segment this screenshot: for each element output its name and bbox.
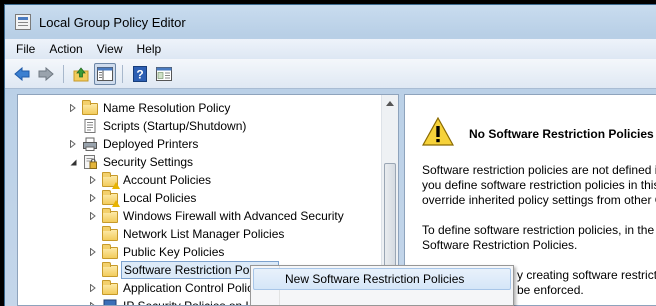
menu-action[interactable]: Action xyxy=(42,39,89,59)
tree-item-name-resolution-policy[interactable]: Name Resolution Policy xyxy=(68,99,232,117)
back-button[interactable] xyxy=(11,63,33,85)
properties-button[interactable] xyxy=(153,63,175,85)
context-menu-item-new-software-restriction-policies[interactable]: New Software Restriction Policies xyxy=(253,268,511,290)
warning-icon xyxy=(422,117,454,146)
scroll-up-arrow-icon[interactable] xyxy=(386,101,394,106)
security-settings-icon xyxy=(84,155,97,169)
expand-arrow-icon[interactable] xyxy=(88,301,98,305)
expand-arrow-icon[interactable] xyxy=(88,175,98,185)
ip-security-icon xyxy=(103,299,117,305)
tree-item-windows-firewall[interactable]: Windows Firewall with Advanced Security xyxy=(88,207,346,225)
folder-icon xyxy=(102,244,118,259)
expand-arrow-icon[interactable] xyxy=(88,193,98,203)
details-paragraph-line: To define software restriction policies,… xyxy=(422,223,656,237)
up-folder-icon xyxy=(73,66,89,81)
tree-item-application-control-policies[interactable]: Application Control Polic xyxy=(88,279,255,297)
tree-item-label: Application Control Polic xyxy=(123,281,254,295)
details-paragraph-line: be enforced. xyxy=(517,283,584,297)
tree-item-local-policies[interactable]: Local Policies xyxy=(88,189,198,207)
group-policy-editor-icon xyxy=(15,14,31,30)
tree-item-label: Security Settings xyxy=(103,155,194,169)
details-paragraph-line: you define software restriction policies… xyxy=(422,178,656,192)
tree-item-network-list-manager[interactable]: Network List Manager Policies xyxy=(98,225,286,243)
collapse-arrow-icon[interactable] xyxy=(68,157,78,167)
window-title: Local Group Policy Editor xyxy=(39,14,186,30)
details-paragraph-line: override inherited policy settings from … xyxy=(422,193,656,207)
tree-item-security-settings[interactable]: Security Settings xyxy=(68,153,195,171)
folder-icon xyxy=(82,100,98,115)
menu-view[interactable]: View xyxy=(90,39,130,59)
expand-arrow-icon[interactable] xyxy=(88,211,98,221)
toolbar: ? xyxy=(5,59,656,89)
toolbar-separator xyxy=(63,64,64,83)
tree-item-label: Deployed Printers xyxy=(103,137,199,151)
folder-icon xyxy=(102,226,118,241)
folder-warning-icon xyxy=(102,172,120,189)
show-hide-tree-icon xyxy=(97,66,113,81)
tree-item-ip-security-policies[interactable]: IP Security Policies on Lo xyxy=(88,297,261,306)
tree-item-label: Network List Manager Policies xyxy=(123,227,285,241)
toolbar-separator xyxy=(122,64,123,83)
tree-item-label: Public Key Policies xyxy=(123,245,225,259)
forward-icon xyxy=(38,66,54,81)
tree-item-label: Local Policies xyxy=(123,191,197,205)
tree-item-label: Windows Firewall with Advanced Security xyxy=(123,209,344,223)
up-one-level-button[interactable] xyxy=(70,63,92,85)
show-hide-console-tree-button[interactable] xyxy=(94,62,116,85)
tree-item-scripts[interactable]: Scripts (Startup/Shutdown) xyxy=(78,117,248,135)
printer-icon xyxy=(83,137,97,151)
details-heading: No Software Restriction Policies Defined xyxy=(469,127,656,141)
menu-bar: File Action View Help xyxy=(5,39,656,59)
tree-item-deployed-printers[interactable]: Deployed Printers xyxy=(68,135,200,153)
expand-arrow-icon[interactable] xyxy=(88,283,98,293)
details-paragraph-line: Software Restriction Policies. xyxy=(422,238,578,252)
folder-warning-icon xyxy=(102,190,120,207)
tree-item-label: IP Security Policies on Lo xyxy=(123,299,259,306)
properties-icon xyxy=(156,66,172,81)
tree-item-label: Scripts (Startup/Shutdown) xyxy=(103,119,247,133)
tree-item-account-policies[interactable]: Account Policies xyxy=(88,171,213,189)
folder-icon xyxy=(102,208,118,223)
back-icon xyxy=(14,66,30,81)
expand-arrow-icon[interactable] xyxy=(88,247,98,257)
tree-item-label: Account Policies xyxy=(123,173,212,187)
help-icon: ? xyxy=(133,65,147,82)
title-bar[interactable]: Local Group Policy Editor xyxy=(5,5,656,39)
menu-file[interactable]: File xyxy=(9,39,42,59)
folder-icon xyxy=(102,262,118,277)
details-paragraph-line: Software restriction policies are not de… xyxy=(422,163,656,177)
tree-item-public-key-policies[interactable]: Public Key Policies xyxy=(88,243,226,261)
help-button[interactable]: ? xyxy=(129,63,151,85)
forward-button[interactable] xyxy=(35,63,57,85)
context-menu: New Software Restriction Policies xyxy=(250,265,514,306)
tree-item-label: Name Resolution Policy xyxy=(103,101,231,115)
menu-help[interactable]: Help xyxy=(130,39,169,59)
folder-icon xyxy=(102,280,118,295)
details-paragraph-line: y creating software restriction policies xyxy=(517,268,656,282)
svg-text:?: ? xyxy=(136,67,143,81)
script-icon xyxy=(84,119,96,133)
expand-arrow-icon[interactable] xyxy=(68,139,78,149)
app-window: Local Group Policy Editor File Action Vi… xyxy=(4,4,656,306)
expand-arrow-icon[interactable] xyxy=(68,103,78,113)
